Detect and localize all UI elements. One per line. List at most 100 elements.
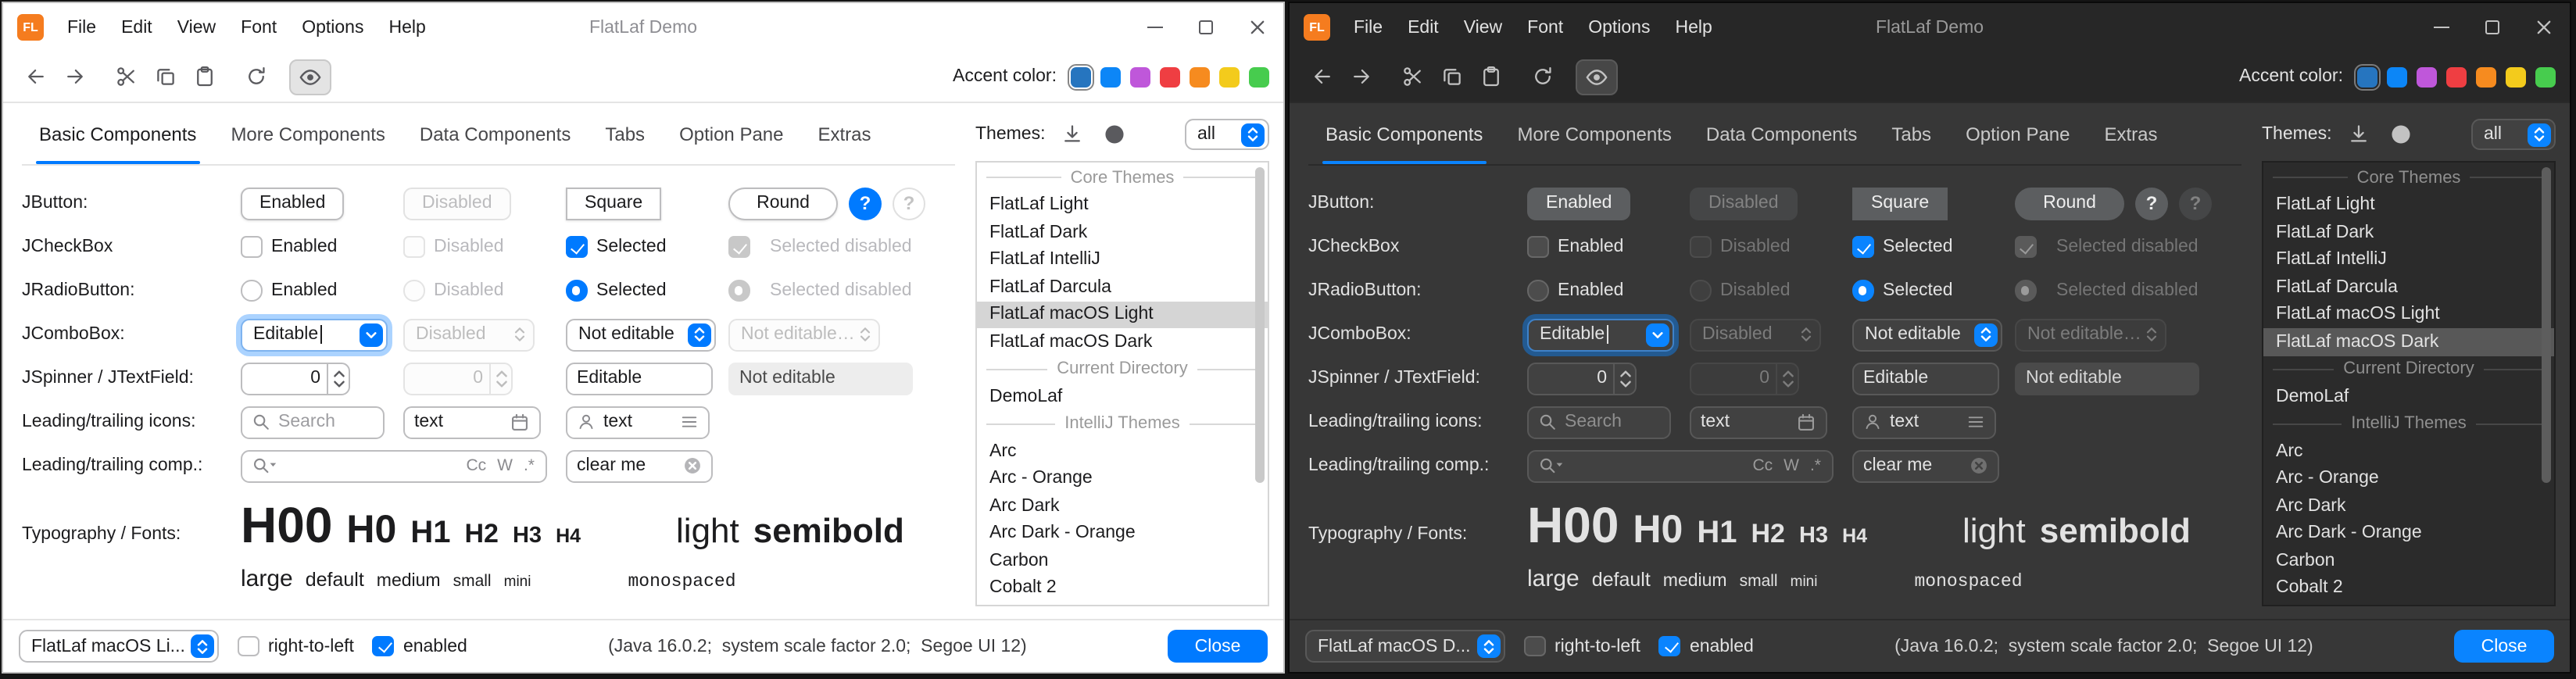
theme-filter-combobox[interactable]: all bbox=[1185, 119, 1269, 150]
clearable-field[interactable]: clear me bbox=[1852, 449, 1999, 482]
copy-button[interactable] bbox=[1433, 59, 1471, 95]
lookandfeel-combobox[interactable]: FlatLaf macOS D... bbox=[1305, 630, 1505, 663]
theme-list-item[interactable]: FlatLaf Darcula bbox=[2263, 273, 2554, 301]
search-field[interactable]: Search bbox=[241, 406, 385, 438]
maximize-button[interactable] bbox=[1180, 3, 1232, 52]
search-with-options-field[interactable]: Cc W .* bbox=[241, 449, 547, 482]
themes-scrollbar[interactable] bbox=[2540, 164, 2553, 603]
editable-combobox[interactable]: Editable bbox=[241, 318, 388, 351]
accent-swatch-2[interactable] bbox=[2387, 66, 2407, 87]
right-to-left-checkbox[interactable]: right-to-left bbox=[238, 636, 354, 657]
editable-combobox[interactable]: Editable bbox=[1527, 318, 1674, 351]
show-hidden-toggle-button[interactable] bbox=[1576, 59, 1618, 95]
theme-list-item[interactable]: FlatLaf Dark bbox=[977, 219, 1268, 246]
spinner-arrows-icon[interactable] bbox=[1613, 363, 1635, 393]
help-button[interactable]: ? bbox=[2135, 187, 2168, 220]
back-button[interactable] bbox=[17, 59, 55, 95]
menu-font[interactable]: Font bbox=[228, 3, 289, 52]
match-case-button[interactable]: Cc bbox=[464, 456, 488, 475]
tab-extras[interactable]: Extras bbox=[2088, 103, 2175, 164]
scrollbar-thumb[interactable] bbox=[2542, 167, 2551, 484]
minimize-button[interactable] bbox=[1129, 3, 1180, 52]
github-button[interactable] bbox=[2385, 119, 2417, 150]
menu-list-icon[interactable] bbox=[1966, 413, 1985, 431]
accent-swatch-3[interactable] bbox=[1130, 66, 1150, 87]
calendar-icon[interactable] bbox=[1796, 412, 1816, 432]
enabled-button[interactable]: Enabled bbox=[241, 187, 344, 220]
scrollbar-thumb[interactable] bbox=[1255, 167, 1265, 484]
accent-swatch-7[interactable] bbox=[1249, 66, 1269, 87]
theme-list-item[interactable]: FlatLaf Light bbox=[977, 191, 1268, 219]
tab-tabs[interactable]: Tabs bbox=[588, 103, 662, 164]
accent-swatch-2[interactable] bbox=[1100, 66, 1121, 87]
accent-swatch-3[interactable] bbox=[2417, 66, 2437, 87]
download-themes-button[interactable] bbox=[1057, 119, 1088, 150]
theme-list-item[interactable]: Carbon bbox=[2263, 547, 2554, 574]
paste-button[interactable] bbox=[186, 59, 224, 95]
accent-swatch-6[interactable] bbox=[2506, 66, 2526, 87]
menu-view[interactable]: View bbox=[1451, 3, 1515, 52]
not-editable-combobox[interactable]: Not editable bbox=[1852, 318, 2002, 351]
regex-button[interactable]: .* bbox=[522, 456, 536, 475]
date-field[interactable]: text bbox=[403, 406, 541, 438]
themes-scrollbar[interactable] bbox=[1254, 164, 1266, 603]
editable-textfield[interactable]: Editable bbox=[1852, 362, 1999, 395]
checkbox-enabled[interactable] bbox=[1527, 237, 1548, 258]
radio-enabled[interactable] bbox=[241, 281, 262, 302]
menu-options[interactable]: Options bbox=[1576, 3, 1662, 52]
theme-list-item[interactable]: FlatLaf macOS Dark bbox=[977, 328, 1268, 356]
forward-button[interactable] bbox=[1343, 59, 1380, 95]
enabled-checkbox[interactable]: enabled bbox=[373, 636, 467, 657]
square-button[interactable]: Square bbox=[566, 187, 661, 220]
tab-data-components[interactable]: Data Components bbox=[402, 103, 588, 164]
close-button[interactable]: Close bbox=[1168, 630, 1268, 663]
theme-list-item[interactable]: FlatLaf IntelliJ bbox=[2263, 246, 2554, 273]
cut-button[interactable] bbox=[1394, 59, 1432, 95]
accent-swatch-5[interactable] bbox=[1190, 66, 1210, 87]
theme-list-item[interactable]: Arc Dark - Orange bbox=[977, 520, 1268, 547]
theme-list-item[interactable]: Arc - Orange bbox=[977, 465, 1268, 492]
menu-options[interactable]: Options bbox=[289, 3, 376, 52]
regex-button[interactable]: .* bbox=[1809, 456, 1823, 475]
theme-list-item[interactable]: Arc Dark bbox=[2263, 492, 2554, 520]
accent-swatch-4[interactable] bbox=[1160, 66, 1180, 87]
theme-list-item[interactable]: DemoLaf bbox=[2263, 383, 2554, 410]
refresh-button[interactable] bbox=[1524, 59, 1562, 95]
spinner[interactable]: 0 bbox=[1527, 362, 1637, 395]
theme-list-item[interactable]: Arc bbox=[977, 438, 1268, 465]
checkbox-enabled[interactable] bbox=[241, 237, 262, 258]
tab-data-components[interactable]: Data Components bbox=[1689, 103, 1874, 164]
theme-list-item[interactable]: FlatLaf Light bbox=[2263, 191, 2554, 219]
not-editable-combobox[interactable]: Not editable bbox=[566, 318, 716, 351]
tab-basic-components[interactable]: Basic Components bbox=[1308, 103, 1500, 164]
theme-list-item[interactable]: FlatLaf Dark bbox=[2263, 219, 2554, 246]
tab-option-pane[interactable]: Option Pane bbox=[662, 103, 800, 164]
copy-button[interactable] bbox=[147, 59, 184, 95]
paste-button[interactable] bbox=[1472, 59, 1510, 95]
lookandfeel-combobox[interactable]: FlatLaf macOS Li... bbox=[19, 630, 219, 663]
spinner[interactable]: 0 bbox=[241, 362, 350, 395]
theme-list-item[interactable]: Carbon bbox=[977, 547, 1268, 574]
match-case-button[interactable]: Cc bbox=[1751, 456, 1774, 475]
tab-extras[interactable]: Extras bbox=[801, 103, 889, 164]
show-hidden-toggle-button[interactable] bbox=[289, 59, 331, 95]
whole-words-button[interactable]: W bbox=[496, 456, 514, 475]
menu-edit[interactable]: Edit bbox=[1395, 3, 1451, 52]
theme-filter-combobox[interactable]: all bbox=[2471, 119, 2556, 150]
menu-file[interactable]: File bbox=[55, 3, 109, 52]
tab-basic-components[interactable]: Basic Components bbox=[22, 103, 213, 164]
back-button[interactable] bbox=[1304, 59, 1341, 95]
forward-button[interactable] bbox=[56, 59, 94, 95]
menu-help[interactable]: Help bbox=[376, 3, 438, 52]
checkbox-selected[interactable] bbox=[1852, 237, 1873, 258]
clearable-field[interactable]: clear me bbox=[566, 449, 713, 482]
accent-swatch-1[interactable] bbox=[1071, 66, 1091, 87]
menu-file[interactable]: File bbox=[1341, 3, 1395, 52]
calendar-icon[interactable] bbox=[510, 412, 530, 432]
close-button[interactable]: Close bbox=[2454, 630, 2554, 663]
round-button[interactable]: Round bbox=[728, 187, 838, 220]
radio-enabled[interactable] bbox=[1527, 281, 1548, 302]
accent-swatch-4[interactable] bbox=[2446, 66, 2467, 87]
menu-view[interactable]: View bbox=[165, 3, 228, 52]
menu-help[interactable]: Help bbox=[1662, 3, 1724, 52]
